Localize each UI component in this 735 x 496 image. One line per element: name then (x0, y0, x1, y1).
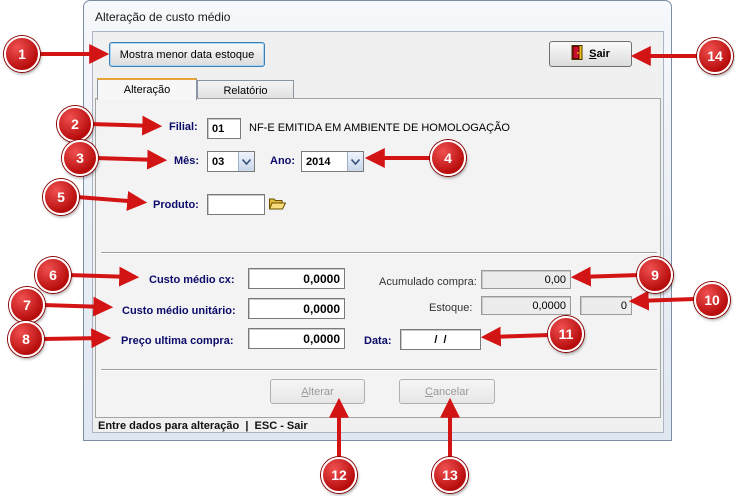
status-bar: Entre dados para alteração | ESC - Sair (95, 420, 661, 432)
alterar-button[interactable]: Alterar (270, 379, 365, 404)
chevron-down-icon[interactable] (347, 152, 363, 171)
callout-badge-13: 13 (432, 457, 468, 493)
produto-label: Produto: (153, 199, 199, 211)
callout-badge-12: 12 (321, 457, 357, 493)
produto-input[interactable] (207, 194, 265, 215)
cancelar-label-rest: ancelar (432, 385, 470, 398)
callout-badge-5: 5 (43, 179, 79, 215)
open-folder-icon[interactable] (268, 197, 287, 213)
chevron-down-icon[interactable] (238, 152, 254, 171)
callout-badge-8: 8 (8, 321, 44, 357)
alteracao-panel: Filial: 01 NF-E EMITIDA EM AMBIENTE DE H… (95, 98, 661, 418)
acumulado-compra-field: 0,00 (481, 270, 571, 289)
show-min-stock-date-button[interactable]: Mostra menor data estoque (109, 42, 265, 67)
app-window: Alteração de custo médio Mostra menor da… (83, 0, 672, 441)
filial-value: 01 (212, 122, 225, 135)
estoque-units-value: 0 (620, 299, 627, 312)
estoque-field: 0,0000 (481, 296, 571, 315)
window-title: Alteração de custo médio (95, 10, 231, 24)
door-icon (571, 45, 583, 63)
exit-label-rest: air (596, 48, 610, 60)
callout-badge-10: 10 (694, 282, 730, 318)
callout-badge-4: 4 (430, 140, 466, 176)
custo-medio-cx-label: Custo médio cx: (149, 274, 235, 286)
exit-button[interactable]: Sair (549, 41, 632, 67)
data-input[interactable]: / / (400, 329, 481, 350)
alterar-label-rest: lterar (308, 385, 334, 398)
mes-label: Mês: (174, 155, 200, 167)
estoque-value: 0,0000 (532, 299, 566, 312)
title-bar: Alteração de custo médio (84, 1, 671, 31)
custo-medio-unitario-label: Custo médio unitário: (122, 305, 236, 317)
mes-select[interactable]: 03 (207, 151, 255, 172)
filial-description: NF-E EMITIDA EM AMBIENTE DE HOMOLOGAÇÃO (249, 122, 510, 134)
status-text: Entre dados para alteração | ESC - Sair (98, 420, 308, 432)
tab-alteracao-label: Alteração (123, 84, 171, 96)
callout-badge-9: 9 (637, 257, 673, 293)
preco-ultima-compra-label: Preço ultima compra: (121, 335, 234, 347)
callout-badge-1: 1 (4, 36, 40, 72)
divider (101, 369, 657, 371)
filial-input[interactable]: 01 (207, 118, 241, 139)
callout-badge-2: 2 (57, 106, 93, 142)
callout-badge-7: 7 (9, 287, 45, 323)
mes-value: 03 (212, 155, 225, 168)
cancelar-mnemonic: C (424, 385, 433, 398)
estoque-label: Estoque: (429, 302, 473, 314)
ano-label: Ano: (270, 155, 296, 167)
callout-badge-3: 3 (62, 140, 98, 176)
acumulado-compra-label: Acumulado compra: (379, 276, 477, 288)
data-label: Data: (364, 335, 392, 347)
show-min-stock-date-label: Mostra menor data estoque (119, 48, 255, 61)
callout-badge-6: 6 (35, 257, 71, 293)
alterar-mnemonic: A (301, 385, 309, 398)
tab-relatorio-label: Relatório (223, 85, 268, 97)
tab-alteracao[interactable]: Alteração (97, 78, 197, 100)
ano-select[interactable]: 2014 (301, 151, 364, 172)
client-area: Mostra menor data estoque Sair Alteração… (92, 31, 664, 433)
custo-medio-cx-value: 0,0000 (303, 271, 340, 286)
preco-ultima-compra-input[interactable]: 0,0000 (248, 328, 345, 349)
data-value: / / (431, 333, 450, 346)
custo-medio-unitario-value: 0,0000 (303, 301, 340, 316)
cancelar-button[interactable]: Cancelar (399, 379, 495, 404)
custo-medio-unitario-input[interactable]: 0,0000 (248, 298, 345, 319)
callout-badge-11: 11 (548, 316, 584, 352)
callout-badge-14: 14 (697, 38, 733, 74)
divider (101, 252, 657, 254)
estoque-units-field: 0 (580, 296, 632, 315)
custo-medio-cx-input[interactable]: 0,0000 (248, 268, 345, 289)
preco-ultima-compra-value: 0,0000 (303, 331, 340, 346)
acumulado-compra-value: 0,00 (544, 273, 566, 286)
filial-label: Filial: (169, 121, 198, 133)
ano-value: 2014 (306, 155, 331, 168)
